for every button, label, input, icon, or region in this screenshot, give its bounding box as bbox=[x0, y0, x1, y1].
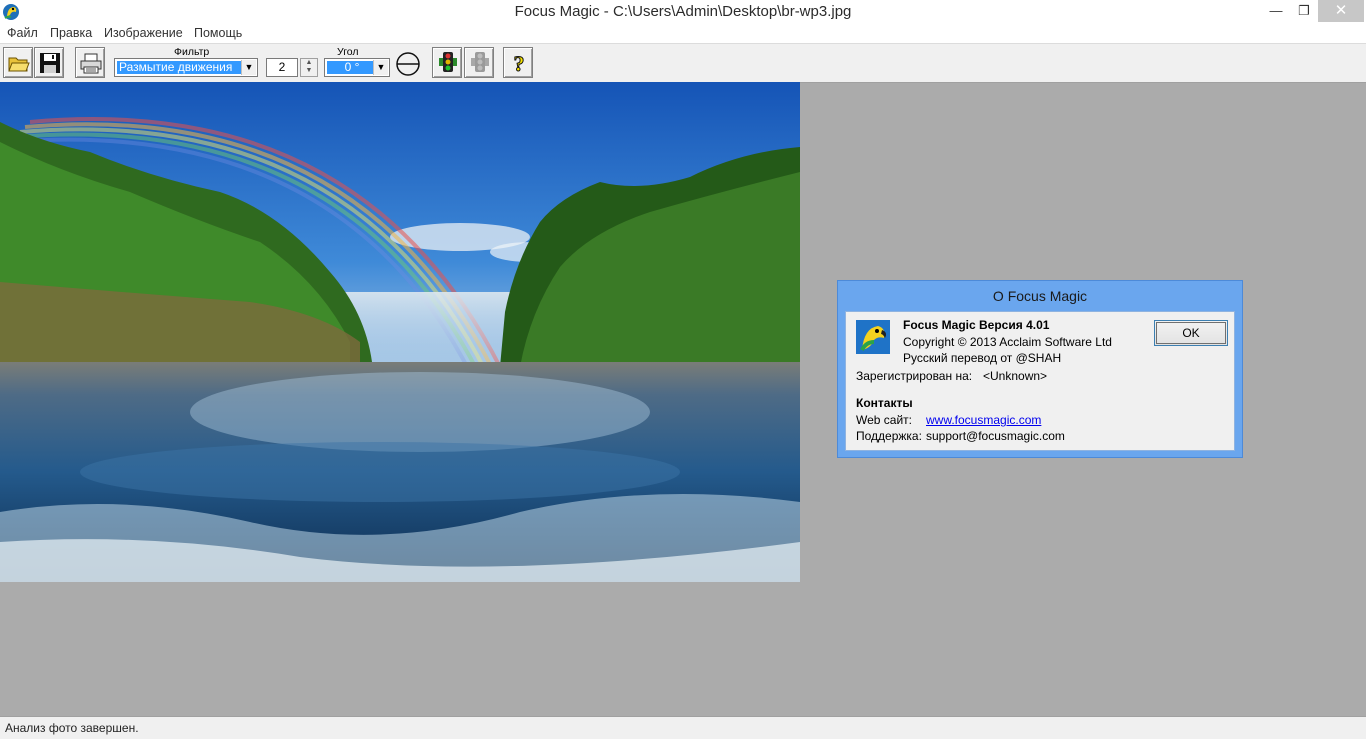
filter-select[interactable]: Размытие движения ▼ bbox=[114, 58, 258, 77]
open-button[interactable] bbox=[3, 47, 33, 78]
website-link[interactable]: www.focusmagic.com bbox=[926, 413, 1041, 427]
title-bar: Focus Magic - C:\Users\Admin\Desktop\br-… bbox=[0, 0, 1366, 25]
status-text: Анализ фото завершен. bbox=[5, 721, 139, 735]
menu-help[interactable]: Помощь bbox=[194, 26, 242, 40]
stop-traffic-light-button[interactable] bbox=[464, 47, 494, 78]
photo-canvas[interactable] bbox=[0, 82, 800, 582]
printer-icon bbox=[80, 53, 102, 74]
close-button[interactable]: ✕ bbox=[1318, 0, 1364, 22]
translation-credit: Русский перевод от @SHAH bbox=[903, 351, 1062, 365]
menu-bar: Файл Правка Изображение Помощь bbox=[0, 24, 1366, 43]
traffic-light-disabled-icon bbox=[471, 52, 489, 72]
chevron-down-icon[interactable]: ▼ bbox=[241, 60, 256, 75]
stepper-down-icon[interactable]: ▼ bbox=[301, 67, 317, 75]
toolbar: Фильтр Размытие движения ▼ 2 ▲ ▼ Угол 0 … bbox=[0, 43, 1366, 83]
dialog-title: О Focus Magic bbox=[992, 288, 1088, 304]
registered-label: Зарегистрирован на: bbox=[856, 369, 973, 383]
about-dialog: О Focus Magic Focus Magic Версия 4.01 Co… bbox=[837, 280, 1243, 458]
window-title: Focus Magic - C:\Users\Admin\Desktop\br-… bbox=[514, 3, 852, 20]
copyright-text: Copyright © 2013 Acclaim Software Ltd bbox=[903, 335, 1112, 349]
support-label: Поддержка: bbox=[856, 429, 922, 443]
amount-stepper[interactable]: ▲ ▼ bbox=[300, 58, 318, 77]
parrot-logo-icon bbox=[856, 320, 890, 354]
menu-file[interactable]: Файл bbox=[7, 26, 38, 40]
menu-edit[interactable]: Правка bbox=[50, 26, 92, 40]
chevron-down-icon[interactable]: ▼ bbox=[373, 60, 388, 75]
filter-label: Фильтр bbox=[174, 46, 210, 58]
dialog-body: Focus Magic Версия 4.01 Copyright © 2013… bbox=[845, 311, 1235, 451]
save-button[interactable] bbox=[34, 47, 64, 78]
floppy-disk-icon bbox=[40, 53, 60, 73]
filter-selected-value: Размытие движения bbox=[117, 61, 241, 74]
angle-indicator-icon[interactable] bbox=[395, 51, 421, 77]
ok-button[interactable]: OK bbox=[1154, 320, 1228, 346]
registered-value: <Unknown> bbox=[983, 369, 1048, 383]
menu-image[interactable]: Изображение bbox=[104, 26, 183, 40]
contacts-heading: Контакты bbox=[856, 396, 913, 410]
open-folder-icon bbox=[8, 57, 30, 72]
question-mark-icon: ? bbox=[513, 51, 525, 75]
waterfall-rainbow-photo bbox=[0, 82, 800, 582]
start-traffic-light-button[interactable] bbox=[432, 47, 462, 78]
minimize-button[interactable]: — bbox=[1262, 0, 1290, 22]
amount-input[interactable]: 2 bbox=[266, 58, 298, 77]
restore-button[interactable]: ❐ bbox=[1290, 0, 1318, 22]
web-label: Web сайт: bbox=[856, 413, 912, 427]
status-bar: Анализ фото завершен. bbox=[0, 716, 1366, 739]
angle-selected-value: 0 ° bbox=[327, 61, 375, 74]
svg-text:?: ? bbox=[514, 51, 525, 75]
angle-label: Угол bbox=[337, 46, 359, 58]
traffic-light-icon bbox=[439, 52, 457, 72]
print-button[interactable] bbox=[75, 47, 105, 78]
product-version: Focus Magic Версия 4.01 bbox=[903, 318, 1050, 332]
help-button[interactable]: ? bbox=[503, 47, 533, 78]
angle-select[interactable]: 0 ° ▼ bbox=[324, 58, 390, 77]
support-email: support@focusmagic.com bbox=[926, 429, 1065, 443]
stepper-up-icon[interactable]: ▲ bbox=[301, 59, 317, 67]
